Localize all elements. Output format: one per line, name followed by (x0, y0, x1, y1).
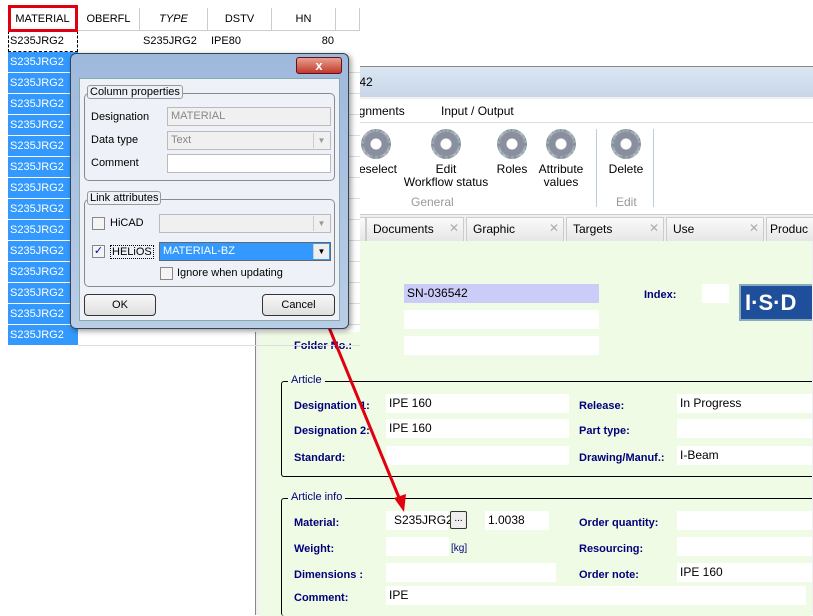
chevron-down-icon: ▼ (313, 216, 329, 231)
helios-select[interactable]: MATERIAL-BZ ▼ (159, 242, 331, 261)
datatype-label: Data type (91, 134, 139, 146)
designation-field: MATERIAL (167, 107, 331, 126)
helios-checkbox[interactable]: ✓ (92, 245, 105, 258)
ok-button[interactable]: OK (84, 294, 156, 316)
hicad-checkbox[interactable] (92, 217, 105, 230)
chevron-down-icon: ▼ (313, 133, 329, 148)
comment-input[interactable] (167, 154, 331, 173)
hicad-select: ▼ (159, 214, 331, 233)
ignore-checkbox[interactable] (160, 267, 173, 280)
datatype-value: Text (171, 134, 192, 146)
close-button[interactable]: x (296, 57, 342, 74)
column-properties-dialog: x Column properties Designation MATERIAL… (70, 53, 349, 329)
comment-label: Comment (91, 157, 139, 169)
group-title: Column properties (87, 85, 183, 99)
ignore-label: Ignore when updating (177, 267, 283, 279)
helios-label: HELiOS (110, 245, 154, 259)
datatype-select: Text ▼ (167, 131, 331, 150)
cancel-button[interactable]: Cancel (262, 294, 335, 316)
group-title: Link attributes (87, 191, 162, 205)
helios-value: MATERIAL-BZ (163, 245, 235, 257)
chevron-down-icon[interactable]: ▼ (313, 244, 329, 259)
column-properties-group: Column properties Designation MATERIAL D… (84, 85, 335, 181)
dialog-body: Column properties Designation MATERIAL D… (79, 78, 340, 321)
hicad-label: HiCAD (110, 217, 144, 229)
link-attributes-group: Link attributes HiCAD ▼ ✓ HELiOS MATERIA… (84, 191, 335, 287)
designation-label: Designation (91, 111, 150, 123)
